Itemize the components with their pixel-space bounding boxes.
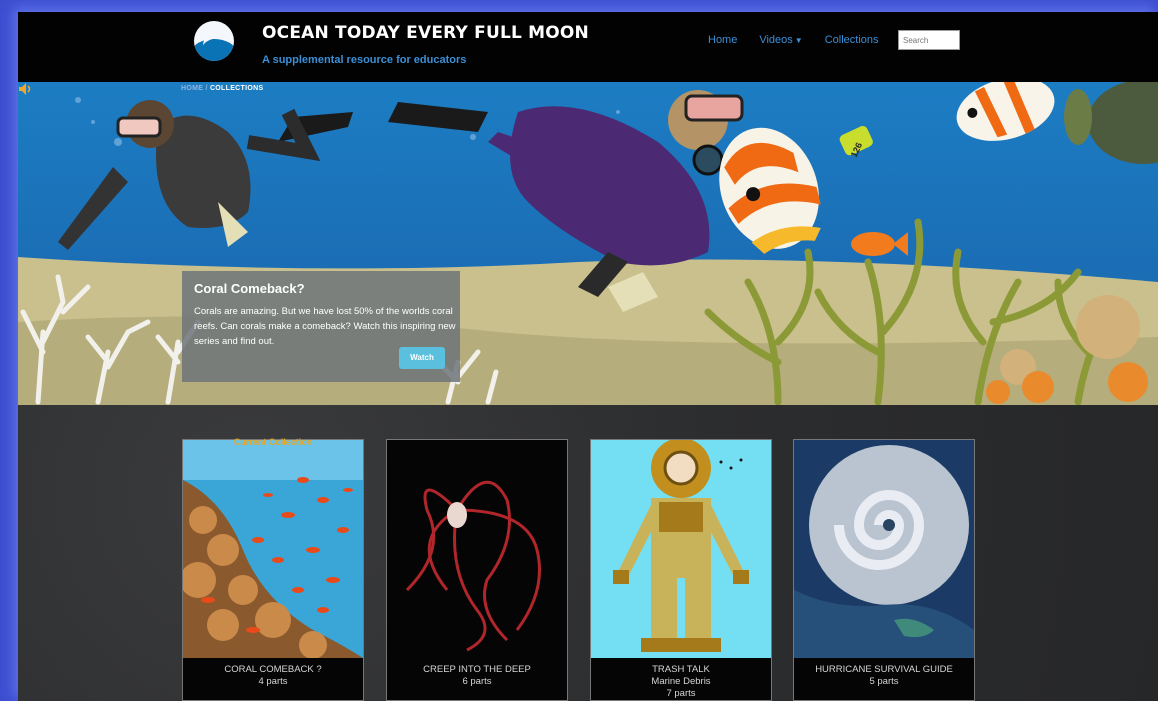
collection-title: TRASH TALK <box>652 664 710 675</box>
deep-sea-creature-image <box>387 440 567 658</box>
collection-card-creep-into-the-deep[interactable]: CREEP INTO THE DEEP 6 parts <box>386 439 568 701</box>
collections-section: Current Collection CORAL COMEBACK ? 4 pa… <box>18 405 1158 701</box>
feature-title: Coral Comeback? <box>194 281 305 296</box>
feature-box: Coral Comeback? Corals are amazing. But … <box>182 271 460 382</box>
speaker-icon[interactable] <box>18 82 32 96</box>
nav-videos-label: Videos <box>759 34 793 46</box>
current-collection-badge: Current Collection <box>233 437 313 447</box>
feature-description: Corals are amazing. But we have lost 50%… <box>194 306 456 347</box>
diving-suit-image <box>591 440 771 658</box>
breadcrumb-home[interactable]: HOME <box>181 85 203 92</box>
breadcrumb-current: COLLECTIONS <box>209 85 264 92</box>
caret-down-icon: ▼ <box>794 36 803 45</box>
collection-parts: 5 parts <box>869 676 899 687</box>
collection-parts: 4 parts <box>258 676 288 687</box>
collection-parts: 7 parts <box>666 688 696 699</box>
site-title[interactable]: OCEAN TODAY EVERY FULL MOON <box>262 23 589 43</box>
collection-title: CORAL COMEBACK ? <box>224 664 322 675</box>
nav-videos[interactable]: Videos ▼ <box>759 34 802 46</box>
collection-subtitle: Marine Debris <box>651 676 711 687</box>
main-nav: Home Videos ▼ Collections <box>708 34 879 46</box>
collection-parts: 6 parts <box>462 676 492 687</box>
collection-caption: TRASH TALK Marine Debris 7 parts <box>591 664 771 700</box>
wave-logo-icon[interactable] <box>194 21 234 61</box>
hurricane-satellite-image <box>794 440 974 658</box>
collection-card-hurricane-survival-guide[interactable]: HURRICANE SURVIVAL GUIDE 5 parts <box>793 439 975 701</box>
site-header: OCEAN TODAY EVERY FULL MOON A supplement… <box>18 12 1158 82</box>
nav-collections[interactable]: Collections <box>825 34 879 46</box>
collection-card-trash-talk[interactable]: TRASH TALK Marine Debris 7 parts <box>590 439 772 701</box>
hero-banner: 126 HOME / COLLECTIONS Coral Comeback? C… <box>18 82 1158 405</box>
collection-title: HURRICANE SURVIVAL GUIDE <box>815 664 953 675</box>
browser-frame: OCEAN TODAY EVERY FULL MOON A supplement… <box>18 12 1158 701</box>
watch-button[interactable]: Watch <box>399 347 445 369</box>
search-input[interactable] <box>898 30 960 50</box>
nav-home[interactable]: Home <box>708 34 737 46</box>
collection-caption: HURRICANE SURVIVAL GUIDE 5 parts <box>794 664 974 688</box>
collection-caption: CORAL COMEBACK ? 4 parts <box>183 664 363 688</box>
collection-title: CREEP INTO THE DEEP <box>423 664 531 675</box>
breadcrumb-separator: / <box>205 85 208 92</box>
site-tagline: A supplemental resource for educators <box>262 54 467 66</box>
breadcrumb: HOME / COLLECTIONS <box>181 85 263 92</box>
collection-caption: CREEP INTO THE DEEP 6 parts <box>387 664 567 688</box>
coral-reef-image <box>183 440 363 658</box>
collection-card-coral-comeback[interactable]: Current Collection CORAL COMEBACK ? 4 pa… <box>182 437 364 701</box>
